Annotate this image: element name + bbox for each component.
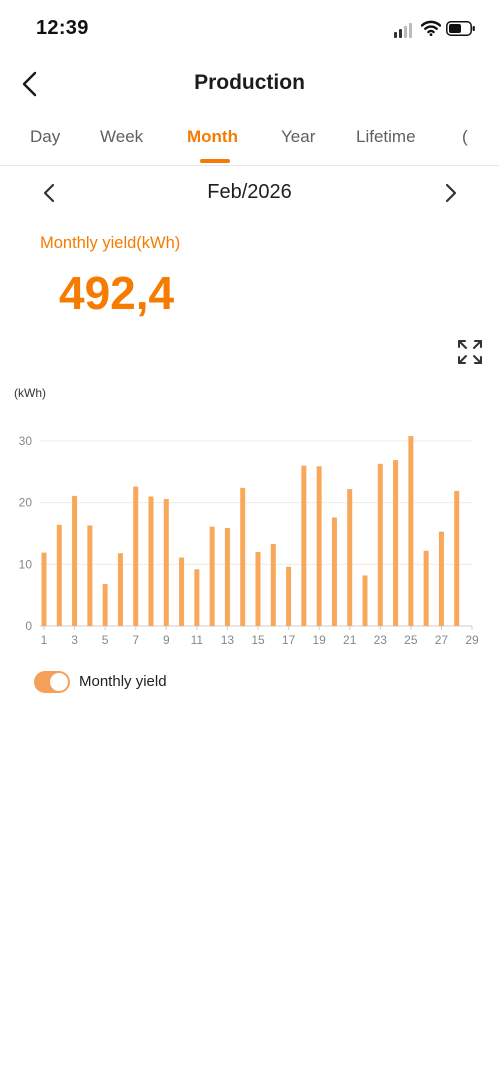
x-tick-label: 5 (102, 633, 109, 647)
x-tick-label: 11 (191, 633, 204, 647)
bar-day-27[interactable] (438, 531, 444, 626)
x-tick-label: 7 (132, 633, 139, 647)
y-tick-label: 20 (19, 496, 33, 510)
bar-day-5[interactable] (102, 584, 108, 626)
bar-day-14[interactable] (240, 487, 246, 626)
x-tick-label: 9 (163, 633, 170, 647)
x-tick-label: 29 (465, 633, 479, 647)
y-tick-label: 0 (25, 619, 32, 633)
production-chart: (kWh) 0 10 20 30 1 3 5 7 9 11 13 15 17 19 21 23 25 27 29 (0, 380, 499, 650)
y-tick-label: 10 (19, 557, 33, 571)
y-tick-label: 30 (19, 434, 33, 448)
bar-day-7[interactable] (133, 486, 139, 626)
active-tab-indicator (200, 159, 230, 163)
y-axis-label: (kWh) (14, 386, 46, 400)
bar-day-28[interactable] (454, 490, 460, 626)
wifi-icon (420, 20, 442, 36)
x-tick-label: 25 (404, 633, 418, 647)
bar-day-10[interactable] (179, 557, 185, 626)
bar-day-20[interactable] (331, 517, 337, 626)
status-time: 12:39 (36, 17, 89, 39)
yield-value: 492,4 (59, 267, 175, 319)
toggle-knob (50, 673, 68, 691)
x-tick-label: 21 (343, 633, 357, 647)
x-tick-label: 19 (312, 633, 326, 647)
fullscreen-expand-icon (458, 340, 482, 364)
x-tick-label: 1 (41, 633, 48, 647)
bar-day-22[interactable] (362, 575, 368, 626)
tab-year[interactable]: Year (281, 127, 315, 147)
page-title: Production (194, 71, 305, 94)
x-tick-label: 13 (221, 633, 235, 647)
bar-day-15[interactable] (255, 552, 261, 626)
x-tick-label: 23 (374, 633, 388, 647)
tab-day[interactable]: Day (30, 127, 60, 147)
legend-label: Monthly yield (79, 673, 167, 690)
battery-icon (446, 21, 476, 36)
bar-day-17[interactable] (286, 566, 292, 626)
bar-day-21[interactable] (347, 489, 353, 626)
signal-icon (394, 22, 416, 38)
date-label: Feb/2026 (207, 181, 292, 203)
x-tick-label: 17 (282, 633, 296, 647)
tab-lifetime[interactable]: Lifetime (356, 127, 416, 147)
tab-month[interactable]: Month (187, 127, 238, 147)
series-toggle[interactable] (34, 671, 70, 693)
x-tick-label: 27 (435, 633, 449, 647)
bar-day-1[interactable] (41, 552, 47, 626)
bar-day-11[interactable] (194, 569, 200, 626)
bar-chart: (kWh) 01020301 3 5 7 9 11 13 15 17 19 21 23 25 27 29 (14, 386, 479, 647)
bar-day-25[interactable] (408, 436, 414, 626)
bar-day-4[interactable] (87, 525, 93, 626)
bar-day-26[interactable] (423, 550, 429, 626)
period-tabs: Day Week Month Year Lifetime ( (0, 118, 499, 166)
bar-day-3[interactable] (72, 495, 78, 626)
bar-day-12[interactable] (209, 526, 215, 626)
bar-day-19[interactable] (316, 466, 322, 626)
yield-label: Monthly yield(kWh) (40, 234, 181, 252)
chevron-right-icon (445, 183, 457, 203)
bar-day-23[interactable] (377, 463, 383, 626)
x-tick-label: 3 (71, 633, 78, 647)
bar-day-16[interactable] (270, 543, 276, 626)
next-month-button[interactable] (436, 178, 464, 208)
tab-overflow[interactable]: ( (462, 127, 476, 149)
bar-day-2[interactable] (56, 524, 62, 626)
bar-day-13[interactable] (224, 527, 230, 626)
x-tick-label: 15 (251, 633, 265, 647)
bar-day-18[interactable] (301, 465, 307, 626)
tab-week[interactable]: Week (100, 127, 143, 147)
bar-day-9[interactable] (163, 498, 169, 626)
bar-day-24[interactable] (393, 460, 399, 626)
bar-day-8[interactable] (148, 496, 154, 627)
bar-day-6[interactable] (117, 553, 123, 626)
fullscreen-button[interactable] (456, 338, 484, 366)
